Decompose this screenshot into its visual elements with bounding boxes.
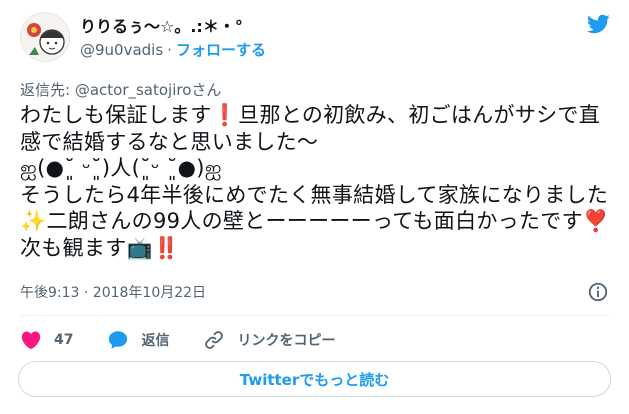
link-icon — [205, 331, 224, 349]
read-more-button[interactable]: Twitterでもっと読む — [18, 361, 611, 397]
embedded-tweet-card: りりるぅ〜☆。.:＊・° @9u0vadis · フォローする 返信先: @ac… — [0, 0, 629, 414]
timestamp-row: 午後9:13 · 2018年10月22日 — [20, 282, 206, 302]
handle-row: @9u0vadis · フォローする — [80, 39, 266, 60]
tweet-timestamp[interactable]: 午後9:13 · 2018年10月22日 — [20, 282, 206, 302]
user-handle[interactable]: @9u0vadis — [80, 41, 163, 59]
copy-link-button[interactable]: リンクをコピー — [203, 329, 335, 351]
reply-bubble-icon — [109, 331, 128, 349]
like-button[interactable]: 47 — [20, 329, 73, 351]
read-more-label: Twitterでもっと読む — [239, 370, 390, 389]
follow-button[interactable]: フォローする — [176, 39, 266, 60]
action-bar: 47 返信 リンクをコピー — [20, 326, 335, 354]
avatar-image — [21, 13, 69, 61]
like-count: 47 — [54, 332, 74, 348]
divider — [20, 315, 610, 316]
copy-link-label: リンクをコピー — [237, 333, 336, 349]
tweet-text: わたしも保証します❗旦那との初飲み、初ごはんがサシで直感で結婚するなと思いました… — [20, 103, 610, 260]
heart-icon — [21, 331, 41, 349]
reply-label: 返信 — [141, 333, 170, 349]
reply-to-line: 返信先: @actor_satojiroさん — [20, 81, 222, 99]
display-name[interactable]: りりるぅ〜☆。.:＊・° — [80, 13, 243, 37]
avatar[interactable] — [20, 12, 70, 62]
twitter-bird-icon[interactable] — [584, 12, 612, 36]
display-name-row: りりるぅ〜☆。.:＊・° — [80, 14, 243, 36]
info-icon[interactable] — [587, 281, 609, 303]
reply-button[interactable]: 返信 — [107, 329, 169, 351]
separator-dot: · — [167, 40, 172, 59]
